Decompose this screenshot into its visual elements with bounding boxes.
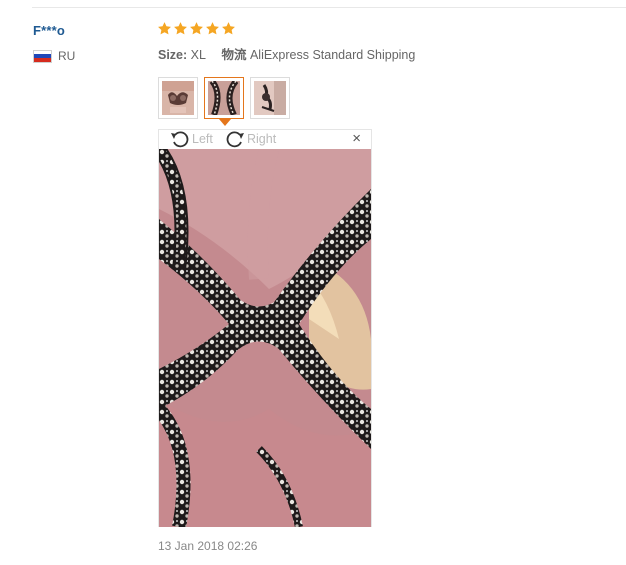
rotate-left-icon <box>171 131 189 148</box>
thumbnail-image <box>208 79 240 117</box>
thumbnail-2[interactable] <box>204 77 244 119</box>
rotate-left-button[interactable]: Left <box>170 130 213 148</box>
thumbnail-image <box>254 81 286 115</box>
close-viewer-button[interactable]: × <box>352 131 361 147</box>
reviewer-name[interactable]: F***o <box>33 23 65 38</box>
reviewer-country: RU <box>33 49 75 63</box>
review-photo-image <box>159 149 371 527</box>
star-icon <box>222 22 235 35</box>
rotate-right-label: Right <box>247 132 277 146</box>
country-code: RU <box>58 49 76 63</box>
rotate-right-icon <box>226 131 244 148</box>
star-icon <box>158 22 171 35</box>
rotate-left-label: Left <box>192 132 213 146</box>
shipping-label: 物流 <box>221 48 247 62</box>
order-info: Size: XL 物流 AliExpress Standard Shipping <box>158 44 427 63</box>
star-icon <box>174 22 187 35</box>
rotate-right-button[interactable]: Right <box>225 130 276 148</box>
star-icon <box>206 22 219 35</box>
photo-viewer: Left Right × <box>158 129 372 527</box>
review-date: 13 Jan 2018 02:26 <box>158 539 258 553</box>
size-label: Size: <box>158 48 188 62</box>
russia-flag-icon <box>33 49 52 63</box>
enlarged-review-photo <box>159 149 371 527</box>
top-divider <box>32 7 626 8</box>
active-thumbnail-pointer <box>219 119 231 126</box>
thumbnail-1[interactable] <box>158 77 198 119</box>
thumbnail-image <box>162 81 194 115</box>
star-icon <box>190 22 203 35</box>
rating-stars <box>157 21 236 36</box>
photo-thumbnails <box>158 77 290 119</box>
viewer-toolbar: Left Right × <box>159 130 371 149</box>
thumbnail-3[interactable] <box>250 77 290 119</box>
size-value: XL <box>190 48 206 62</box>
shipping-value: AliExpress Standard Shipping <box>249 48 416 62</box>
